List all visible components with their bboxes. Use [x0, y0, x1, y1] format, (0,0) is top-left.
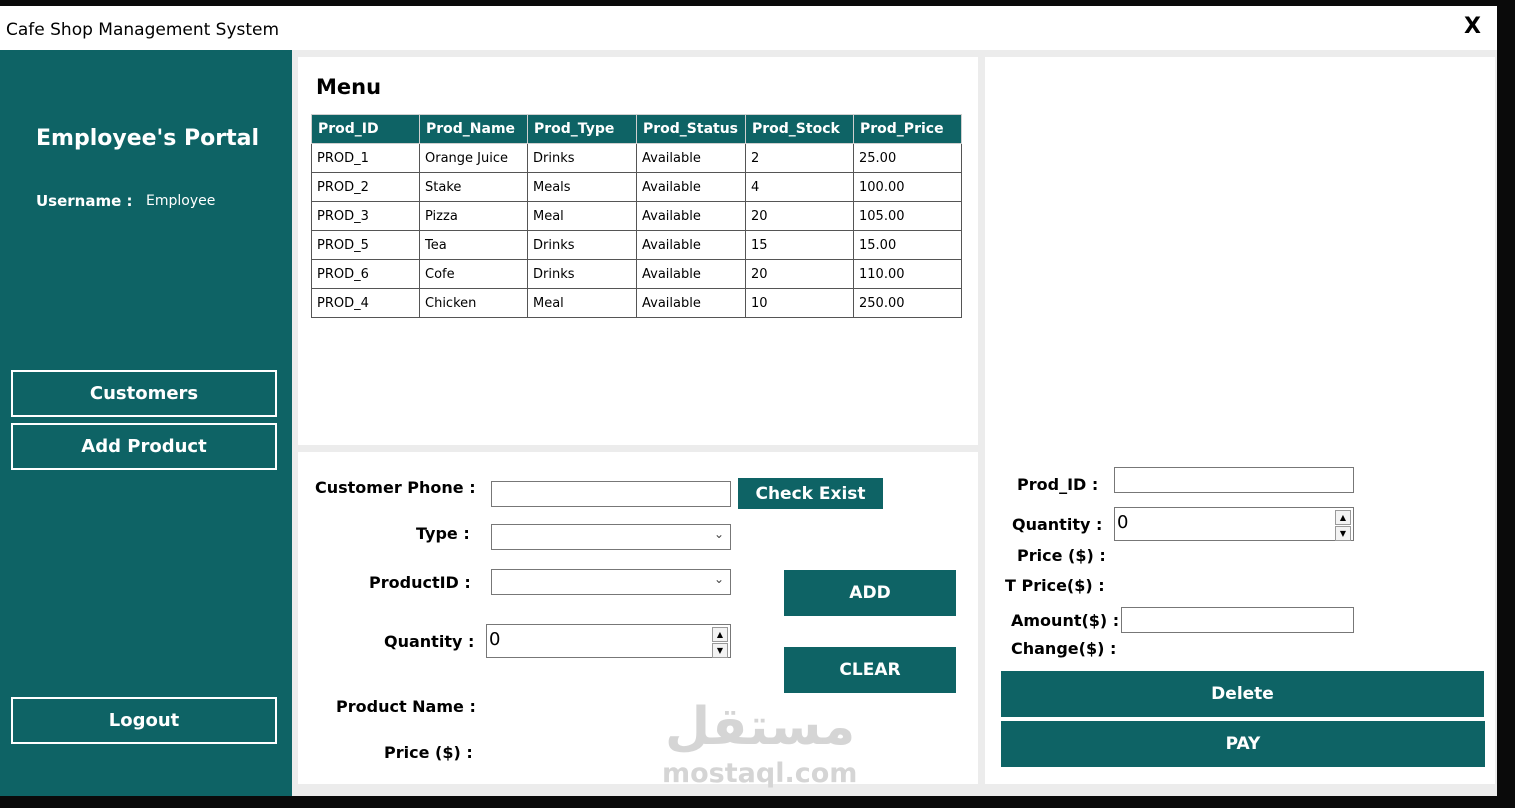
checkout-quantity-value: 0 [1117, 512, 1129, 533]
table-header-row: Prod_ID Prod_Name Prod_Type Prod_Status … [311, 114, 962, 144]
table-cell: Drinks [527, 143, 637, 173]
table-row[interactable]: PROD_5 Tea Drinks Available 15 15.00 [311, 230, 962, 260]
logout-button[interactable]: Logout [11, 697, 277, 744]
table-cell: PROD_1 [311, 143, 420, 173]
table-row[interactable]: PROD_3 Pizza Meal Available 20 105.00 [311, 201, 962, 231]
add-button[interactable]: ADD [784, 570, 956, 616]
table-cell: PROD_6 [311, 259, 420, 289]
table-cell: Meal [527, 288, 637, 318]
table-cell: PROD_5 [311, 230, 420, 260]
table-cell: Pizza [419, 201, 528, 231]
column-header-prod-name[interactable]: Prod_Name [419, 114, 528, 144]
change-label: Change($) : [1011, 639, 1117, 658]
table-row[interactable]: PROD_2 Stake Meals Available 4 100.00 [311, 172, 962, 202]
menu-table-wrap: Prod_ID Prod_Name Prod_Type Prod_Status … [311, 114, 962, 318]
menu-table[interactable]: Prod_ID Prod_Name Prod_Type Prod_Status … [311, 114, 962, 318]
amount-label: Amount($) : [1011, 611, 1120, 630]
portal-title: Employee's Portal [36, 126, 260, 151]
check-exist-button[interactable]: Check Exist [738, 478, 883, 509]
total-price-label: T Price($) : [1005, 576, 1105, 595]
product-id-select[interactable]: ⌄ [491, 569, 731, 595]
spin-down-icon[interactable]: ▼ [712, 643, 728, 658]
chevron-down-icon[interactable]: ⌄ [714, 527, 724, 541]
table-cell: Available [636, 288, 746, 318]
spin-up-icon[interactable]: ▲ [712, 627, 728, 642]
delete-button[interactable]: Delete [1001, 671, 1484, 717]
table-cell: 25.00 [853, 143, 962, 173]
table-cell: 20 [745, 259, 854, 289]
table-cell: 10 [745, 288, 854, 318]
table-cell: 2 [745, 143, 854, 173]
table-cell: Available [636, 143, 746, 173]
table-row[interactable]: PROD_4 Chicken Meal Available 10 250.00 [311, 288, 962, 318]
table-cell: PROD_4 [311, 288, 420, 318]
table-cell: Cofe [419, 259, 528, 289]
clear-button[interactable]: CLEAR [784, 647, 956, 693]
quantity-stepper[interactable]: 0 ▲ ▼ [486, 624, 731, 658]
product-id-label: ProductID : [369, 573, 471, 592]
product-name-label: Product Name : [336, 697, 476, 716]
table-cell: PROD_3 [311, 201, 420, 231]
table-cell: PROD_2 [311, 172, 420, 202]
spin-up-icon[interactable]: ▲ [1335, 510, 1351, 525]
quantity-value: 0 [489, 629, 501, 650]
customer-phone-label: Customer Phone : [315, 478, 476, 497]
table-cell: Stake [419, 172, 528, 202]
table-cell: 100.00 [853, 172, 962, 202]
column-header-prod-stock[interactable]: Prod_Stock [745, 114, 854, 144]
table-cell: Tea [419, 230, 528, 260]
spin-down-icon[interactable]: ▼ [1335, 526, 1351, 541]
table-cell: 20 [745, 201, 854, 231]
watermark-logo-latin: mostaql.com [662, 758, 858, 789]
table-cell: 15.00 [853, 230, 962, 260]
type-select[interactable]: ⌄ [491, 524, 731, 550]
table-cell: Drinks [527, 230, 637, 260]
table-cell: 15 [745, 230, 854, 260]
table-cell: Meal [527, 201, 637, 231]
type-label: Type : [416, 524, 470, 543]
checkout-quantity-stepper[interactable]: 0 ▲ ▼ [1114, 507, 1354, 541]
table-cell: 110.00 [853, 259, 962, 289]
checkout-price-label: Price ($) : [1017, 546, 1106, 565]
table-row[interactable]: PROD_6 Cofe Drinks Available 20 110.00 [311, 259, 962, 289]
table-row[interactable]: PROD_1 Orange Juice Drinks Available 2 2… [311, 143, 962, 173]
column-header-prod-price[interactable]: Prod_Price [853, 114, 962, 144]
table-cell: Chicken [419, 288, 528, 318]
table-cell: Available [636, 201, 746, 231]
table-cell: Orange Juice [419, 143, 528, 173]
add-product-button[interactable]: Add Product [11, 423, 277, 470]
username-label: Username : [36, 192, 133, 210]
quantity-label: Quantity : [384, 632, 475, 651]
table-cell: Drinks [527, 259, 637, 289]
checkout-prod-id-input[interactable] [1114, 467, 1354, 493]
window-title: Cafe Shop Management System [6, 20, 280, 40]
table-cell: Available [636, 172, 746, 202]
menu-title: Menu [316, 75, 382, 99]
close-icon[interactable]: X [1464, 14, 1481, 39]
price-label: Price ($) : [384, 743, 473, 762]
column-header-prod-id[interactable]: Prod_ID [311, 114, 420, 144]
column-header-prod-status[interactable]: Prod_Status [636, 114, 746, 144]
customer-phone-input[interactable] [491, 481, 731, 507]
table-cell: Available [636, 230, 746, 260]
table-cell: 250.00 [853, 288, 962, 318]
watermark-logo-arabic: مستقل [665, 697, 856, 757]
amount-input[interactable] [1121, 607, 1354, 633]
checkout-quantity-label: Quantity : [1012, 515, 1103, 534]
chevron-down-icon[interactable]: ⌄ [714, 572, 724, 586]
column-header-prod-type[interactable]: Prod_Type [527, 114, 637, 144]
username-value: Employee [146, 193, 216, 209]
pay-button[interactable]: PAY [1001, 721, 1485, 767]
customers-button[interactable]: Customers [11, 370, 277, 417]
table-cell: Available [636, 259, 746, 289]
table-cell: 105.00 [853, 201, 962, 231]
checkout-prod-id-label: Prod_ID : [1017, 475, 1099, 494]
table-cell: 4 [745, 172, 854, 202]
table-cell: Meals [527, 172, 637, 202]
